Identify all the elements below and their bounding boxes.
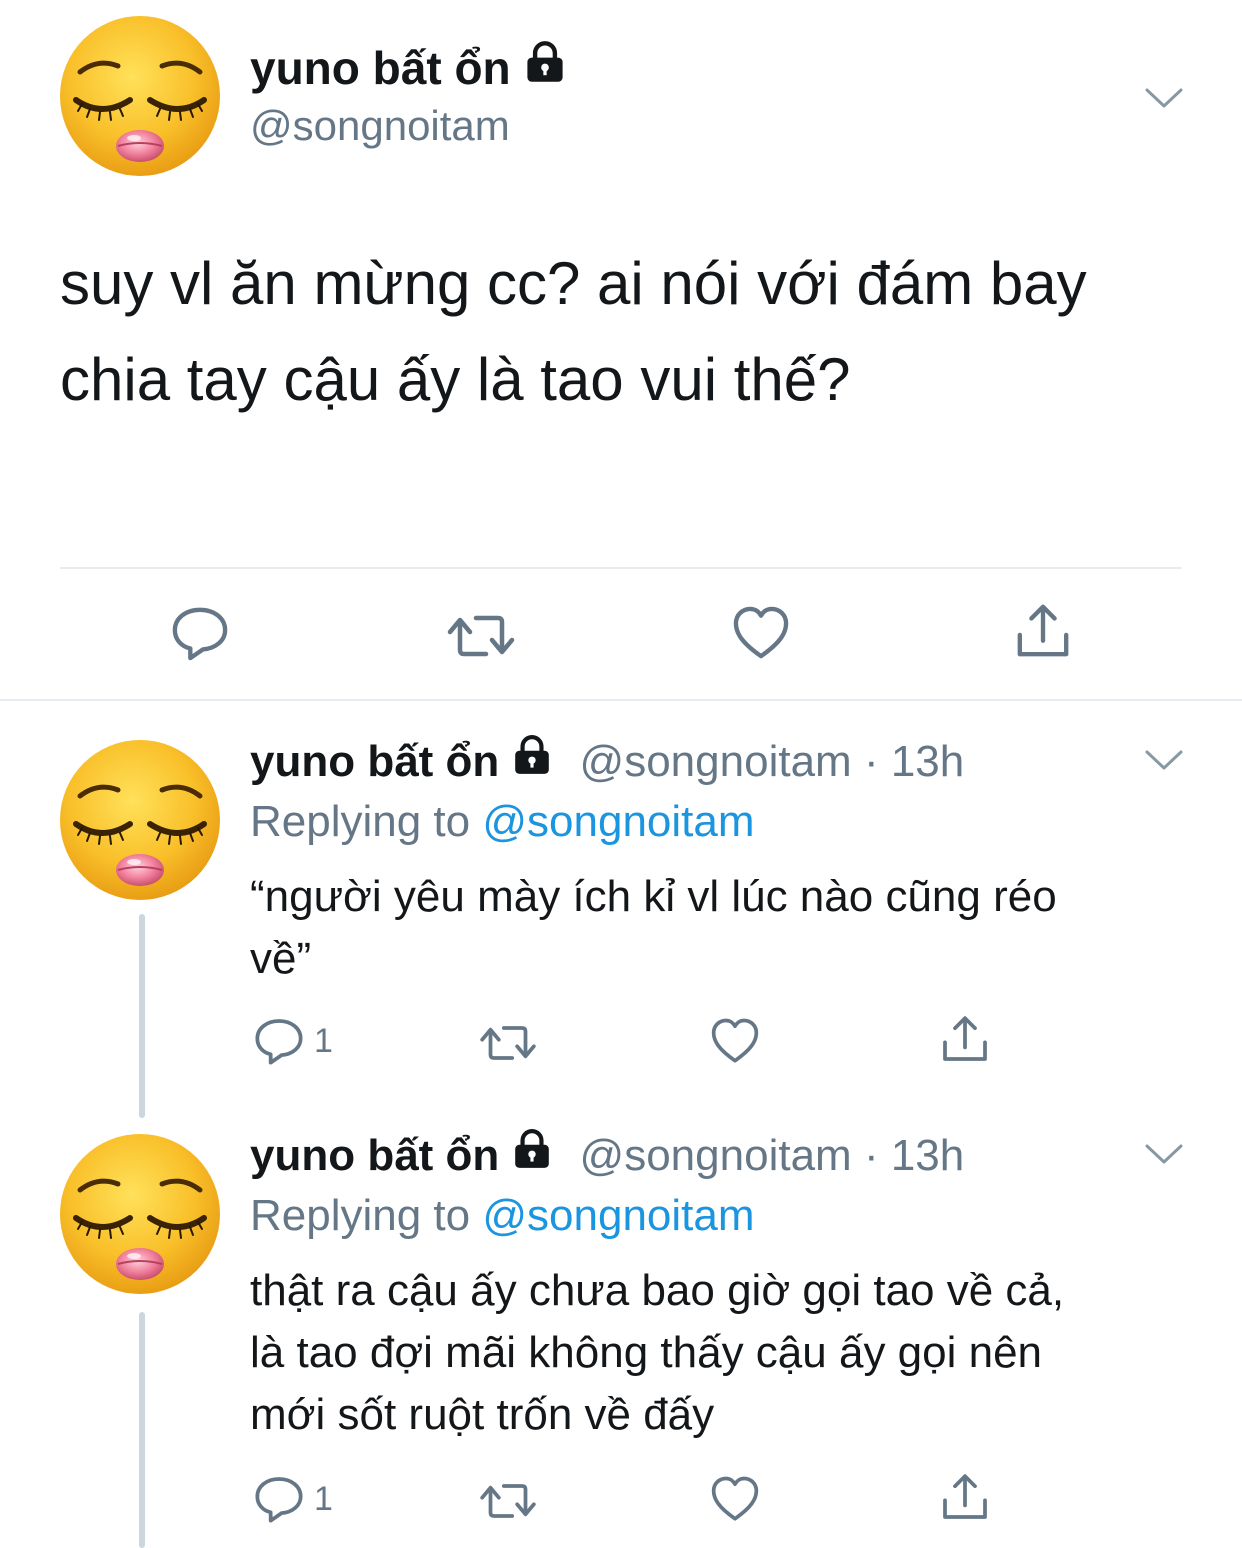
reply-text: thật ra cậu ấy chưa bao giờ gọi tao về c… <box>250 1260 1064 1446</box>
main-tweet-text: suy vl ăn mừng cc? ai nói với đám bay ch… <box>60 236 1087 428</box>
reply-text: “người yêu mày ích kỉ vl lúc nào cũng ré… <box>250 866 1057 990</box>
chevron-down-icon[interactable] <box>1144 86 1184 110</box>
tweet-text-line: “người yêu mày ích kỉ vl lúc nào cũng ré… <box>250 872 1057 921</box>
retweet-icon[interactable] <box>478 1018 538 1068</box>
reply-header: yuno bất ổn @songnoitam · 13h <box>250 734 964 787</box>
share-icon[interactable] <box>940 1472 990 1522</box>
pensive-face-emoji <box>58 1132 222 1296</box>
tweet-text-line: suy vl ăn mừng cc? ai nói với đám bay <box>60 250 1087 317</box>
timestamp[interactable]: 13h <box>891 1131 964 1180</box>
chevron-down-icon[interactable] <box>1144 1142 1184 1166</box>
author-name: yuno bất ổn <box>250 42 511 94</box>
divider <box>0 699 1242 701</box>
lock-icon <box>523 40 567 84</box>
author-handle[interactable]: @songnoitam <box>250 102 510 150</box>
author-name[interactable]: yuno bất ổn <box>250 737 499 786</box>
reply-header: yuno bất ổn @songnoitam · 13h <box>250 1128 964 1181</box>
tweet-text-line: là tao đợi mãi không thấy cậu ấy gọi nên <box>250 1328 1043 1377</box>
replying-to-link[interactable]: @songnoitam <box>482 1191 754 1240</box>
pensive-face-emoji <box>58 738 222 902</box>
author-name[interactable]: yuno bất ổn <box>250 1131 499 1180</box>
share-icon[interactable] <box>940 1014 990 1064</box>
replying-to: Replying to @songnoitam <box>250 797 755 847</box>
replying-to-label: Replying to <box>250 797 471 846</box>
heart-icon[interactable] <box>710 1476 760 1522</box>
thread-line <box>139 914 145 1118</box>
tweet-text-line: về” <box>250 934 312 983</box>
reply-count: 1 <box>314 1479 333 1518</box>
replying-to: Replying to @songnoitam <box>250 1191 755 1241</box>
lock-icon <box>511 1128 553 1170</box>
reply-icon <box>254 1016 304 1066</box>
retweet-icon[interactable] <box>478 1476 538 1526</box>
timestamp[interactable]: 13h <box>891 737 964 786</box>
main-tweet-author[interactable]: yuno bất ổn <box>250 40 567 95</box>
avatar[interactable] <box>58 1132 222 1296</box>
author-handle[interactable]: @songnoitam <box>580 737 852 786</box>
replying-to-link[interactable]: @songnoitam <box>482 797 754 846</box>
reply-icon[interactable] <box>171 604 229 662</box>
tweet-text-line: chia tay cậu ấy là tao vui thế? <box>60 346 851 413</box>
reply-icon <box>254 1474 304 1524</box>
retweet-icon[interactable] <box>446 606 516 666</box>
tweet-text-line: thật ra cậu ấy chưa bao giờ gọi tao về c… <box>250 1266 1065 1315</box>
separator: · <box>863 1131 879 1180</box>
reply-count: 1 <box>314 1021 333 1060</box>
chevron-down-icon[interactable] <box>1144 748 1184 772</box>
pensive-face-emoji <box>58 14 222 178</box>
divider <box>60 567 1182 569</box>
heart-icon[interactable] <box>732 606 790 660</box>
share-icon[interactable] <box>1014 602 1072 660</box>
heart-icon[interactable] <box>710 1018 760 1064</box>
replying-to-label: Replying to <box>250 1191 471 1240</box>
lock-icon <box>511 734 553 776</box>
tweet-text-line: mới sốt ruột trốn về đấy <box>250 1390 715 1439</box>
author-handle[interactable]: @songnoitam <box>580 1131 852 1180</box>
thread-line <box>139 1312 145 1548</box>
separator: · <box>863 737 879 786</box>
avatar[interactable] <box>58 14 222 178</box>
avatar[interactable] <box>58 738 222 902</box>
reply-button[interactable]: 1 <box>254 1016 333 1066</box>
reply-button[interactable]: 1 <box>254 1474 333 1524</box>
